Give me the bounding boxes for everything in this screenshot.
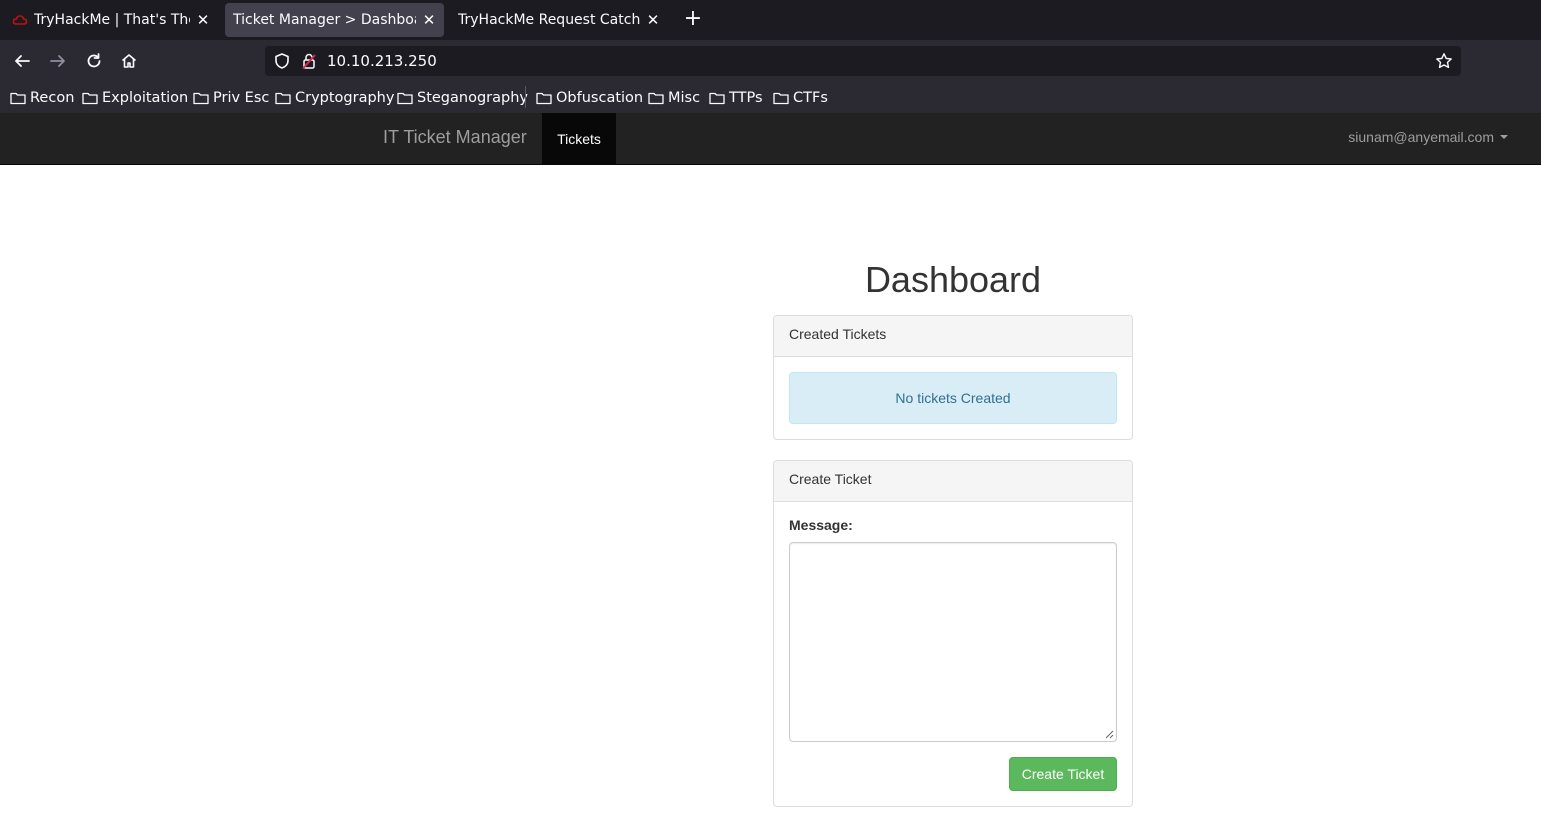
app-navbar: IT Ticket Manager Tickets siunam@anyemai… <box>0 113 1541 165</box>
message-textarea[interactable] <box>789 542 1117 742</box>
bookmarks-separator <box>525 86 526 108</box>
browser-tab-tryhackme[interactable]: TryHackMe | That's The Ti ✕ <box>4 3 218 37</box>
message-label: Message: <box>789 517 853 533</box>
bookmark-folder-exploitation[interactable]: Exploitation <box>82 87 188 109</box>
user-email: siunam@anyemail.com <box>1348 129 1494 145</box>
create-ticket-button[interactable]: Create Ticket <box>1009 757 1117 791</box>
home-button[interactable] <box>115 47 143 75</box>
reload-button[interactable] <box>80 47 108 75</box>
user-menu-dropdown[interactable]: siunam@anyemail.com <box>1348 129 1508 145</box>
no-tickets-message: No tickets Created <box>895 390 1011 406</box>
bookmark-folder-ttps[interactable]: TTPs <box>709 87 763 109</box>
bookmark-label: TTPs <box>729 90 763 106</box>
folder-icon <box>773 92 789 105</box>
created-tickets-heading: Created Tickets <box>774 316 1132 357</box>
folder-icon <box>709 92 725 105</box>
bookmark-label: Recon <box>30 90 75 106</box>
bookmark-label: Misc <box>668 90 701 106</box>
bookmark-folder-steganography[interactable]: Steganography <box>397 87 528 109</box>
forward-arrow-icon <box>50 55 65 67</box>
folder-icon <box>193 92 209 105</box>
bookmark-label: CTFs <box>793 90 828 106</box>
no-tickets-alert: No tickets Created <box>789 372 1117 424</box>
browser-tab-ticket-manager[interactable]: Ticket Manager > Dashboard ✕ <box>225 3 444 37</box>
page-title: Dashboard <box>864 259 1042 300</box>
tryhackme-cloud-icon <box>12 15 28 25</box>
browser-tab-request-catcher[interactable]: TryHackMe Request Catcher ✕ <box>450 3 668 37</box>
nav-tab-tickets[interactable]: Tickets <box>542 113 616 164</box>
tab-title: TryHackMe Request Catcher <box>458 12 640 28</box>
create-ticket-heading: Create Ticket <box>774 461 1132 502</box>
folder-icon <box>10 92 26 105</box>
tab-title: Ticket Manager > Dashboard <box>233 12 416 28</box>
bookmark-folder-recon[interactable]: Recon <box>10 87 74 109</box>
bookmark-folder-obfuscation[interactable]: Obfuscation <box>536 87 643 109</box>
app-brand[interactable]: IT Ticket Manager <box>383 127 527 148</box>
url-text[interactable]: 10.10.213.250 <box>327 52 437 70</box>
bookmark-label: Cryptography <box>295 90 395 106</box>
tab-title: TryHackMe | That's The Ti <box>34 12 190 28</box>
back-arrow-icon <box>15 55 30 67</box>
close-tab-icon[interactable]: ✕ <box>422 11 436 29</box>
home-icon <box>121 54 137 68</box>
bookmark-label: Steganography <box>417 90 528 106</box>
bookmark-folder-cryptography[interactable]: Cryptography <box>275 87 394 109</box>
nav-tab-label: Tickets <box>557 130 601 147</box>
close-tab-icon[interactable]: ✕ <box>646 11 660 29</box>
back-button[interactable] <box>8 47 36 75</box>
tracking-shield-icon[interactable] <box>273 52 291 70</box>
bookmark-label: Exploitation <box>102 90 189 106</box>
caret-down-icon <box>1500 135 1508 139</box>
bookmark-folder-ctfs[interactable]: CTFs <box>773 87 828 109</box>
bookmark-folder-priv-esc[interactable]: Priv Esc <box>193 87 269 109</box>
create-ticket-panel: Create Ticket Message: Create Ticket <box>773 460 1133 807</box>
resize-grip-icon[interactable] <box>1104 729 1114 739</box>
bookmark-star-icon[interactable] <box>1435 52 1453 70</box>
browser-tab-strip: TryHackMe | That's The Ti ✕ Ticket Manag… <box>0 0 1541 40</box>
bookmarks-toolbar: Recon Exploitation Priv Esc Cryptography… <box>0 82 1541 113</box>
folder-icon <box>397 92 413 105</box>
created-tickets-panel: Created Tickets No tickets Created <box>773 315 1133 440</box>
insecure-lock-icon[interactable] <box>301 52 317 70</box>
folder-icon <box>275 92 291 105</box>
forward-button[interactable] <box>44 47 72 75</box>
create-ticket-button-label: Create Ticket <box>1021 766 1105 782</box>
address-bar[interactable]: 10.10.213.250 <box>265 46 1461 76</box>
folder-icon <box>536 92 552 105</box>
close-tab-icon[interactable]: ✕ <box>196 11 210 29</box>
bookmark-label: Priv Esc <box>213 90 270 106</box>
new-tab-button[interactable]: + <box>680 6 706 34</box>
folder-icon <box>82 92 98 105</box>
folder-icon <box>648 92 664 105</box>
reload-icon <box>87 53 101 68</box>
bookmark-folder-misc[interactable]: Misc <box>648 87 700 109</box>
bookmark-label: Obfuscation <box>556 90 644 106</box>
